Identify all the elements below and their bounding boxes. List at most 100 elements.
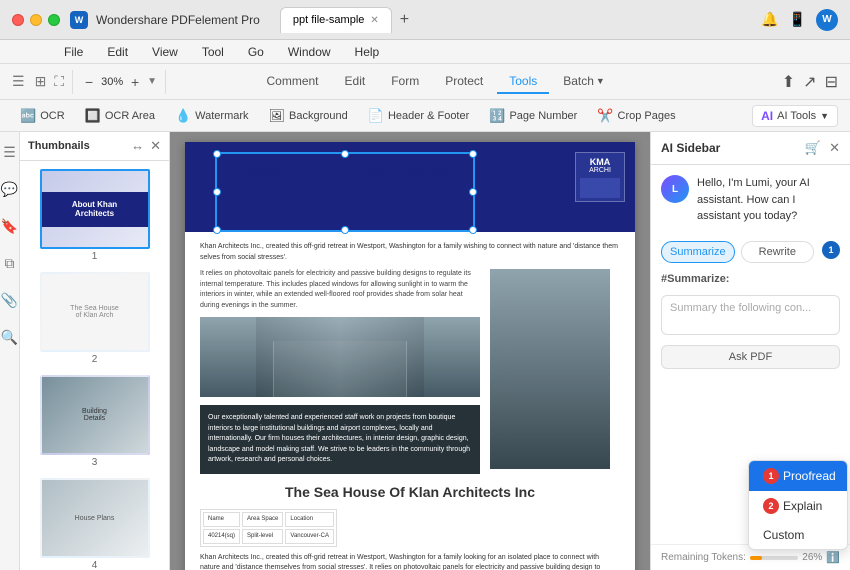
summarize-button[interactable]: Summarize xyxy=(661,241,735,263)
fullscreen-icon[interactable]: ⛶ xyxy=(54,73,64,90)
page-number-icon: 🔢 xyxy=(489,108,505,124)
text-selection-box[interactable]: About Khan Architects Inc. xyxy=(215,152,475,232)
rewrite-button[interactable]: Rewrite xyxy=(741,241,814,263)
bookmark-icon[interactable]: 🔖 xyxy=(0,214,22,239)
selection-handle-bl[interactable] xyxy=(213,226,221,234)
tab-tools[interactable]: Tools xyxy=(497,70,549,94)
share-icon[interactable]: ↗ xyxy=(803,72,816,92)
thumbnails-expand-icon[interactable]: ↔ xyxy=(131,138,144,154)
comment-sidebar-icon[interactable]: 💬 xyxy=(0,177,22,202)
context-menu-proofread[interactable]: 1 Proofread xyxy=(749,461,847,491)
menu-window[interactable]: Window xyxy=(284,43,335,61)
document-tab[interactable]: ppt file-sample ✕ xyxy=(280,7,392,33)
thumbnail-page-1[interactable]: About KhanArchitects 1 xyxy=(28,169,161,262)
page-number-button[interactable]: 🔢 Page Number xyxy=(481,105,585,127)
maximize-button[interactable] xyxy=(48,14,60,26)
selection-handle-tr[interactable] xyxy=(469,150,477,158)
watermark-button[interactable]: 💧 Watermark xyxy=(167,105,257,127)
pages-icon[interactable]: ☰ xyxy=(0,140,20,165)
background-button[interactable]: 🖼 Background xyxy=(261,105,356,127)
document-page: About Khan Architects Inc. KMA ARCHI Kha… xyxy=(185,142,635,570)
explain-label: Explain xyxy=(783,499,822,513)
main-area: ☰ 💬 🔖 ⧉ 📎 🔍 Thumbnails ↔ ✕ About KhanArc… xyxy=(0,132,850,570)
tablet-icon[interactable]: 📱 xyxy=(789,11,806,28)
thumbnail-page-3[interactable]: BuildingDetails 3 xyxy=(28,375,161,468)
ocr-button[interactable]: 🔤 OCR xyxy=(12,105,73,127)
ask-pdf-button[interactable]: Ask PDF xyxy=(661,345,840,369)
tab-batch[interactable]: Batch ▼ xyxy=(551,70,617,94)
thumbnails-close-icon[interactable]: ✕ xyxy=(150,138,161,154)
thumbnail-number-1: 1 xyxy=(92,251,98,262)
ocr-label: OCR xyxy=(40,110,64,122)
building-image xyxy=(200,317,480,397)
thumbnail-image-4: House Plans xyxy=(40,478,150,558)
ai-cart-icon[interactable]: 🛒 xyxy=(805,140,821,156)
zoom-dropdown-icon[interactable]: ▼ xyxy=(147,76,157,87)
zoom-value: 30% xyxy=(101,76,123,88)
selection-handle-ml[interactable] xyxy=(213,188,221,196)
minimize-button[interactable] xyxy=(30,14,42,26)
thumbnail-page-2[interactable]: The Sea Houseof Klan Arch 2 xyxy=(28,272,161,365)
selection-handle-br[interactable] xyxy=(469,226,477,234)
background-icon: 🖼 xyxy=(269,108,286,124)
tab-close-icon[interactable]: ✕ xyxy=(370,15,378,26)
context-menu-explain[interactable]: 2 Explain xyxy=(749,491,847,521)
menu-tool[interactable]: Tool xyxy=(198,43,228,61)
tokens-progress-bar xyxy=(750,556,798,560)
ai-tools-button[interactable]: AI AI Tools ▼ xyxy=(752,105,838,127)
menu-go[interactable]: Go xyxy=(244,43,268,61)
ai-text-area[interactable]: Summary the following con... xyxy=(661,295,840,335)
thumbnail-image-2: The Sea Houseof Klan Arch xyxy=(40,272,150,352)
close-button[interactable] xyxy=(12,14,24,26)
menu-file[interactable]: File xyxy=(60,43,87,61)
grid-icon[interactable]: ⊞ xyxy=(35,73,47,90)
ai-tools-dropdown-icon: ▼ xyxy=(820,111,829,121)
thumbnail-page-4[interactable]: House Plans 4 xyxy=(28,478,161,570)
zoom-out-button[interactable]: − xyxy=(81,74,97,90)
notification-icon[interactable]: 🔔 xyxy=(761,11,778,28)
nav-right: ⬆ ↗ ⊟ xyxy=(782,72,838,92)
upload-icon[interactable]: ⬆ xyxy=(782,72,795,92)
layers-icon[interactable]: ⧉ xyxy=(1,251,19,276)
tab-protect[interactable]: Protect xyxy=(433,70,495,94)
ai-sidebar: AI Sidebar 🛒 ✕ L Hello, I'm Lumi, your A… xyxy=(650,132,850,570)
user-avatar[interactable]: W xyxy=(816,9,838,31)
thumbnail-image-3: BuildingDetails xyxy=(40,375,150,455)
sidebar-toggle-icon[interactable]: ☰ xyxy=(12,73,25,90)
doc-bottom-text: Khan Architects Inc., created this off-g… xyxy=(200,553,620,570)
building-image-right xyxy=(490,269,610,469)
tab-edit[interactable]: Edit xyxy=(333,70,378,94)
attachment-icon[interactable]: 📎 xyxy=(0,288,22,313)
tab-comment[interactable]: Comment xyxy=(255,70,331,94)
ai-header-icons: 🛒 ✕ xyxy=(805,140,840,156)
context-menu-custom[interactable]: Custom xyxy=(749,521,847,549)
zoom-in-button[interactable]: + xyxy=(127,74,143,90)
tokens-percent: 26% xyxy=(802,552,822,563)
thumbnail-image-1: About KhanArchitects xyxy=(40,169,150,249)
selection-handle-tm[interactable] xyxy=(341,150,349,158)
selection-handle-bm[interactable] xyxy=(341,226,349,234)
selection-handle-mr[interactable] xyxy=(469,188,477,196)
search-sidebar-icon[interactable]: 🔍 xyxy=(0,325,22,350)
doc-footer-title: The Sea House Of Klan Architects Inc xyxy=(200,482,620,503)
ai-close-icon[interactable]: ✕ xyxy=(829,140,840,156)
info-icon[interactable]: ℹ️ xyxy=(826,551,840,564)
crop-pages-button[interactable]: ✂️ Crop Pages xyxy=(589,105,683,127)
document-view: About Khan Architects Inc. KMA ARCHI Kha… xyxy=(170,132,650,570)
doc-table-area: NameArea SpaceLocation 40214(sq)Split-le… xyxy=(200,509,620,547)
ocr-area-button[interactable]: 🔲 OCR Area xyxy=(77,105,163,127)
menu-help[interactable]: Help xyxy=(351,43,384,61)
doc-logo: KMA ARCHI xyxy=(575,152,625,202)
ask-pdf-label: Ask PDF xyxy=(729,351,772,363)
menu-view[interactable]: View xyxy=(148,43,182,61)
new-tab-button[interactable]: + xyxy=(400,12,409,28)
tab-form[interactable]: Form xyxy=(379,70,431,94)
layout-icon[interactable]: ⊟ xyxy=(825,72,838,92)
header-footer-button[interactable]: 📄 Header & Footer xyxy=(360,105,478,127)
watermark-label: Watermark xyxy=(195,110,248,122)
menu-edit[interactable]: Edit xyxy=(103,43,132,61)
ai-avatar: L xyxy=(661,175,689,203)
thumbnail-number-2: 2 xyxy=(92,354,98,365)
ocr-icon: 🔤 xyxy=(20,108,36,124)
selection-handle-tl[interactable] xyxy=(213,150,221,158)
